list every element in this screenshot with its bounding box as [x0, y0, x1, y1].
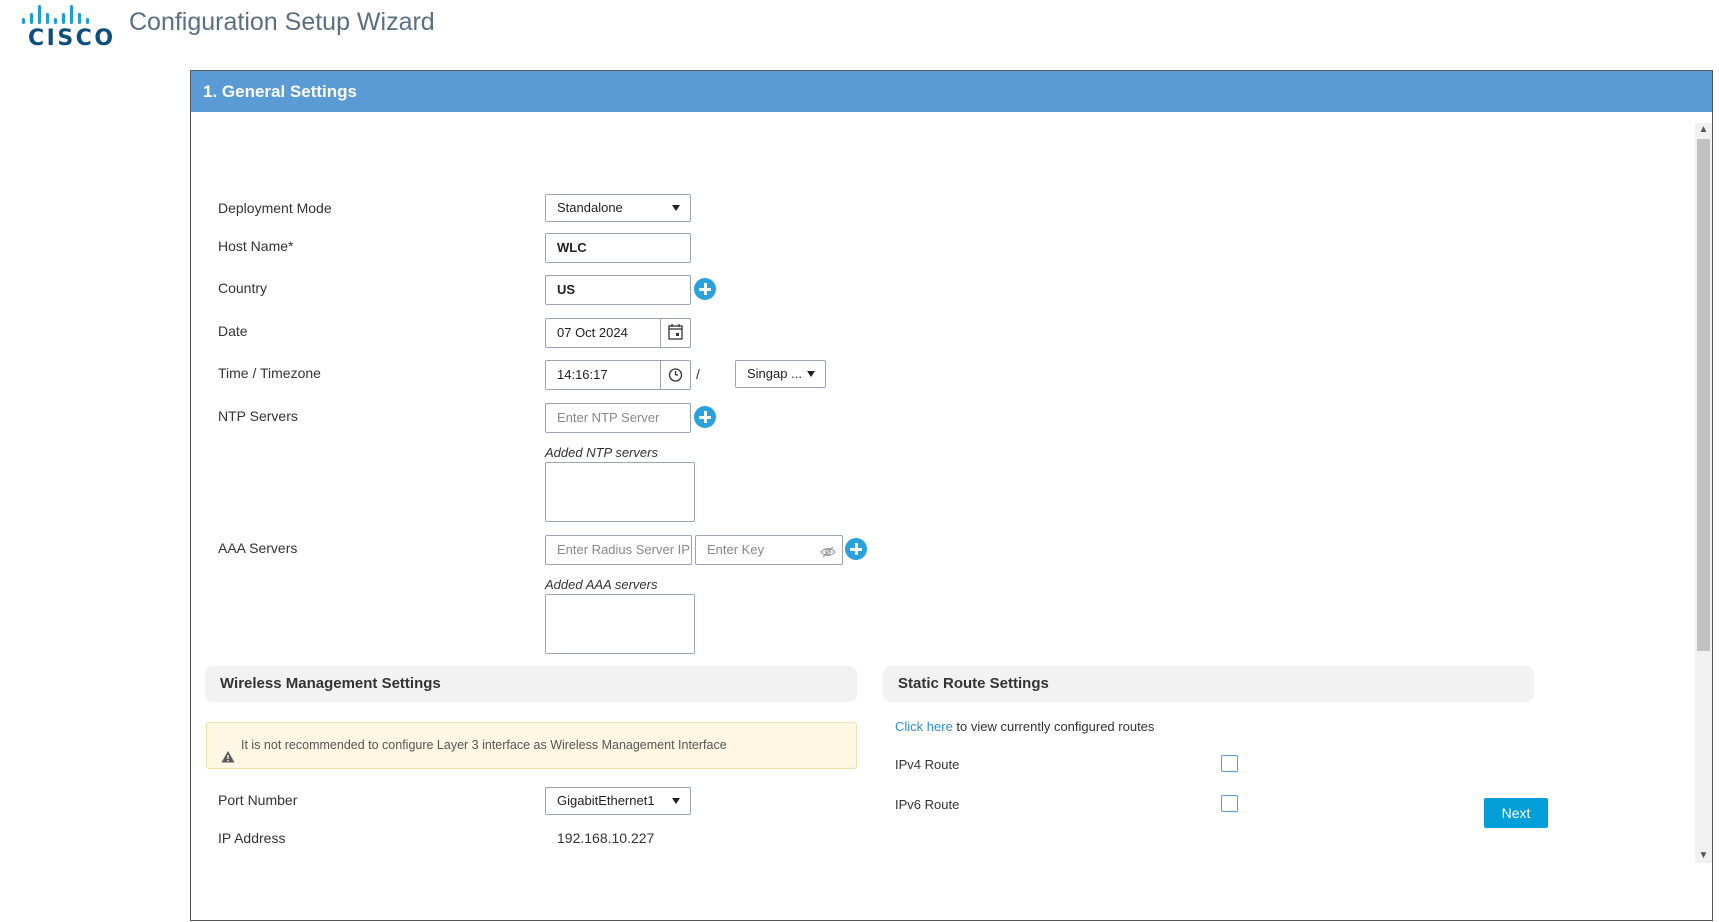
- calendar-icon[interactable]: [660, 319, 690, 347]
- added-ntp-servers-list[interactable]: [545, 462, 695, 522]
- aaa-servers-label: AAA Servers: [218, 540, 298, 556]
- click-here-link[interactable]: Click here: [895, 719, 953, 734]
- time-timezone-label: Time / Timezone: [218, 365, 321, 381]
- next-button[interactable]: Next: [1484, 798, 1548, 828]
- clock-icon[interactable]: [660, 361, 690, 389]
- time-value: 14:16:17: [557, 367, 608, 382]
- date-label: Date: [218, 323, 248, 339]
- scroll-up-arrow-icon[interactable]: ▲: [1695, 123, 1712, 137]
- add-aaa-plus-circle-icon[interactable]: [845, 538, 867, 560]
- wireless-management-heading: Wireless Management Settings: [205, 666, 857, 702]
- radius-key-placeholder: Enter Key: [707, 542, 765, 557]
- country-input[interactable]: US: [545, 275, 691, 305]
- date-value: 07 Oct 2024: [557, 325, 628, 340]
- timezone-select[interactable]: Singap ...: [735, 360, 826, 388]
- warning-icon: [221, 738, 235, 763]
- routes-link-suffix: to view currently configured routes: [956, 719, 1155, 734]
- ntp-servers-label: NTP Servers: [218, 408, 298, 424]
- port-number-select[interactable]: GigabitEthernet1: [545, 787, 691, 815]
- added-aaa-servers-list[interactable]: [545, 594, 695, 654]
- date-input[interactable]: 07 Oct 2024: [545, 318, 691, 348]
- port-number-label: Port Number: [218, 792, 298, 808]
- added-ntp-servers-label: Added NTP servers: [545, 445, 658, 460]
- chevron-down-icon: [807, 371, 815, 377]
- host-name-label: Host Name*: [218, 238, 294, 254]
- radius-server-ip-input[interactable]: Enter Radius Server IP: [545, 535, 692, 565]
- wizard-panel: 1. General Settings ▲ ▼ Deployment Mode …: [190, 70, 1713, 921]
- timezone-value: Singap ...: [747, 366, 802, 381]
- ipv6-route-label: IPv6 Route: [895, 797, 960, 812]
- radius-key-input[interactable]: Enter Key: [695, 535, 843, 565]
- vertical-scrollbar[interactable]: ▲ ▼: [1695, 123, 1712, 863]
- ntp-server-input[interactable]: Enter NTP Server: [545, 403, 691, 433]
- deployment-mode-label: Deployment Mode: [218, 200, 332, 216]
- eye-hidden-icon[interactable]: [820, 542, 836, 570]
- warning-text: It is not recommended to configure Layer…: [241, 738, 727, 752]
- add-ntp-plus-circle-icon[interactable]: [694, 406, 716, 428]
- country-label: Country: [218, 280, 268, 296]
- scroll-thumb[interactable]: [1697, 139, 1710, 651]
- cisco-logo: CISCO: [22, 2, 113, 51]
- ipv6-route-checkbox[interactable]: [1221, 795, 1238, 812]
- layer3-warning-banner: It is not recommended to configure Layer…: [206, 722, 857, 769]
- time-input[interactable]: 14:16:17: [545, 360, 691, 390]
- ipv4-route-checkbox[interactable]: [1221, 755, 1238, 772]
- chevron-down-icon: [672, 798, 680, 804]
- routes-link-line: Click here to view currently configured …: [895, 719, 1154, 734]
- added-aaa-servers-label: Added AAA servers: [545, 577, 658, 592]
- ip-address-label: IP Address: [218, 830, 286, 846]
- chevron-down-icon: [672, 205, 680, 211]
- ipv4-route-label: IPv4 Route: [895, 757, 960, 772]
- add-country-plus-circle-icon[interactable]: [694, 278, 716, 300]
- app-header: CISCO Configuration Setup Wizard: [0, 0, 1719, 60]
- deployment-mode-select[interactable]: Standalone: [545, 194, 691, 222]
- ip-address-value: 192.168.10.227: [557, 830, 655, 846]
- deployment-mode-value: Standalone: [557, 200, 623, 215]
- scroll-down-arrow-icon[interactable]: ▼: [1695, 849, 1712, 863]
- static-route-heading: Static Route Settings: [883, 666, 1534, 702]
- app-title: Configuration Setup Wizard: [129, 8, 435, 36]
- step-title: 1. General Settings: [191, 71, 1712, 112]
- port-number-value: GigabitEthernet1: [557, 793, 655, 808]
- time-separator: /: [696, 366, 700, 382]
- host-name-input[interactable]: WLC: [545, 233, 691, 263]
